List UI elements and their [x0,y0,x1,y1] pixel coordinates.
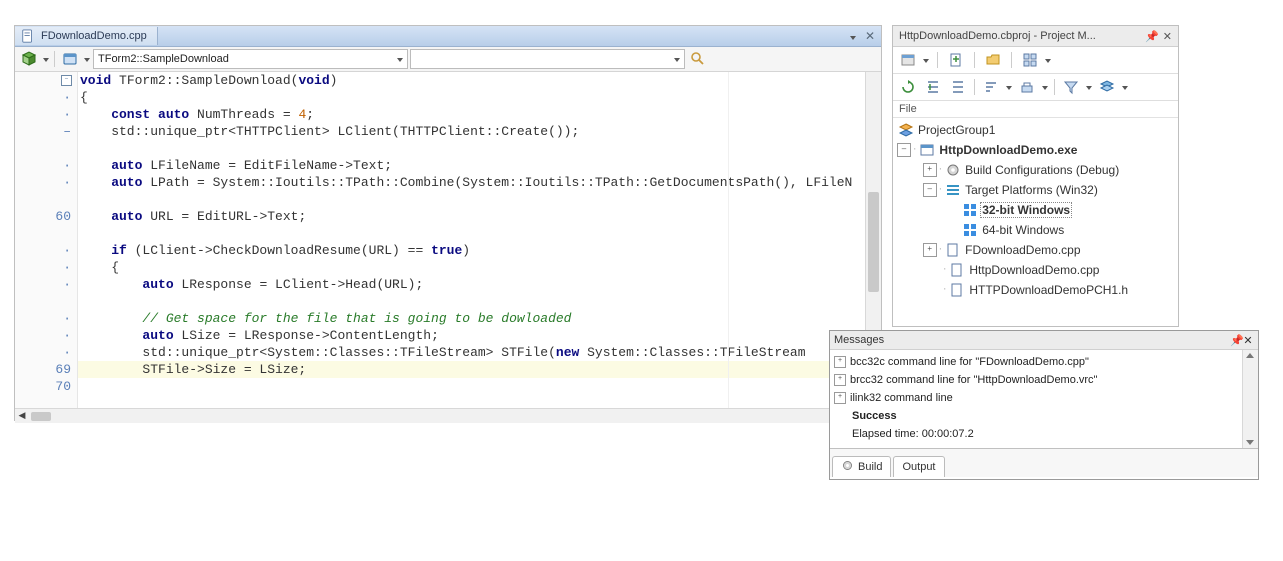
messages-panel: Messages 📌 ✕ + bcc32c command line for "… [829,330,1259,480]
message-line[interactable]: + brcc32 command line for "HttpDownloadD… [834,371,1238,389]
tab-close-icon[interactable]: ✕ [863,29,877,43]
cpp-file-icon [945,242,961,258]
expand-icon[interactable]: + [834,392,846,404]
project-column-header[interactable]: File [893,101,1178,118]
message-line[interactable]: + bcc32c command line for "FDownloadDemo… [834,353,1238,371]
project-manager-title: HttpDownloadDemo.cbproj - Project M... [899,30,1141,42]
project-group-icon [898,122,914,138]
tree-node-buildconfig[interactable]: + · Build Configurations (Debug) [897,160,1174,180]
expand-icon[interactable]: + [923,243,937,257]
project-tree[interactable]: ProjectGroup1 – · HttpDownloadDemo.exe +… [893,118,1178,302]
windows-icon [962,222,978,238]
collapse-icon[interactable]: – [897,143,911,157]
gear-icon [945,162,961,178]
messages-header: Messages 📌 ✕ [830,331,1258,350]
project-toolbar-top [893,47,1178,74]
navigate-unit-dropdown[interactable] [42,50,50,68]
editor-panel: FDownloadDemo.cpp ✕ TForm2::SampleDownlo… [14,25,882,421]
tree-node-win32[interactable]: 32-bit Windows [897,200,1174,220]
fold-icon[interactable]: – [61,75,72,86]
chevron-down-icon [397,53,403,65]
tree-node-targetplatforms[interactable]: – · Target Platforms (Win32) [897,180,1174,200]
add-file-button[interactable] [945,50,967,70]
cpp-file-icon [21,29,35,43]
messages-title: Messages [834,334,1230,346]
scope-combobox[interactable] [410,49,685,69]
activate-dropdown[interactable] [922,51,930,69]
tree-node-file[interactable]: · HttpDownloadDemo.cpp [897,260,1174,280]
scroll-left-icon[interactable]: ◀ [15,410,29,422]
navigate-unit-icon[interactable] [18,49,40,69]
class-icon[interactable] [59,49,81,69]
build-dropdown[interactable] [1041,78,1049,96]
search-icon[interactable] [687,51,709,67]
windows-icon [962,202,978,218]
tree-node-file[interactable]: · HTTPDownloadDemoPCH1.h [897,280,1174,300]
horizontal-scrollbar[interactable]: ◀ [15,408,881,423]
pin-icon[interactable]: 📌 [1230,334,1242,347]
class-dropdown[interactable] [83,50,91,68]
sort-dropdown[interactable] [1005,78,1013,96]
tab-output[interactable]: Output [893,456,944,477]
scrollbar-thumb[interactable] [868,192,879,292]
gear-icon [841,459,854,475]
expand-all-button[interactable] [922,77,944,97]
exe-icon [919,142,935,158]
message-line[interactable]: Success [834,407,1238,425]
activate-button[interactable] [897,50,919,70]
tab-label: Output [902,461,935,473]
project-toolbar-bottom [893,74,1178,101]
chevron-down-icon [674,54,680,64]
build-button[interactable] [1016,77,1038,97]
project-manager-panel: HttpDownloadDemo.cbproj - Project M... 📌… [892,25,1179,327]
filter-button[interactable] [1060,77,1082,97]
function-combobox[interactable]: TForm2::SampleDownload [93,49,408,69]
vertical-scrollbar[interactable] [1242,350,1258,448]
close-icon[interactable]: ✕ [1242,334,1254,347]
editor-toolbar: TForm2::SampleDownload [15,47,881,72]
views-button[interactable] [1019,50,1041,70]
expand-icon[interactable]: + [834,374,846,386]
pin-icon[interactable]: 📌 [1145,30,1159,43]
editor-tab-label: FDownloadDemo.cpp [41,30,147,42]
layers-dropdown[interactable] [1121,78,1129,96]
expand-icon[interactable]: + [923,163,937,177]
function-combobox-value: TForm2::SampleDownload [98,53,229,65]
messages-list[interactable]: + bcc32c command line for "FDownloadDemo… [830,350,1242,448]
collapse-all-button[interactable] [947,77,969,97]
project-manager-header: HttpDownloadDemo.cbproj - Project M... 📌… [893,26,1178,47]
tree-node-win64[interactable]: 64-bit Windows [897,220,1174,240]
close-icon[interactable]: ✕ [1163,30,1172,43]
line-number-gutter: – · · – · · 60 · · · · · · 69 70 [15,72,78,408]
views-dropdown[interactable] [1044,51,1052,69]
editor-tab-active[interactable]: FDownloadDemo.cpp [15,27,158,45]
line-number: 69 [55,361,71,378]
filter-dropdown[interactable] [1085,78,1093,96]
message-line[interactable]: + ilink32 command line [834,389,1238,407]
message-line[interactable]: Elapsed time: 00:00:07.2 [834,425,1238,443]
tab-dropdown-icon[interactable] [846,29,860,43]
layers-button[interactable] [1096,77,1118,97]
tab-build[interactable]: Build [832,456,891,477]
code-editor[interactable]: – · · – · · 60 · · · · · · 69 70 [15,72,881,408]
editor-tab-strip: FDownloadDemo.cpp ✕ [15,26,881,47]
expand-icon[interactable]: + [834,356,846,368]
tree-node-file[interactable]: + · FDownloadDemo.cpp [897,240,1174,260]
code-text[interactable]: void TForm2::SampleDownload(void) { cons… [78,72,865,408]
tab-label: Build [858,461,882,473]
messages-tabs: Build Output [830,448,1258,477]
tree-node-projectgroup[interactable]: ProjectGroup1 [897,120,1174,140]
header-file-icon [949,282,965,298]
collapse-icon[interactable]: – [923,183,937,197]
line-number: 70 [55,378,71,395]
sort-button[interactable] [980,77,1002,97]
line-number: 60 [55,208,71,225]
platforms-icon [945,182,961,198]
refresh-button[interactable] [897,77,919,97]
folder-button[interactable] [982,50,1004,70]
tree-node-exe[interactable]: – · HttpDownloadDemo.exe [897,140,1174,160]
cpp-file-icon [949,262,965,278]
scrollbar-thumb[interactable] [31,412,51,421]
